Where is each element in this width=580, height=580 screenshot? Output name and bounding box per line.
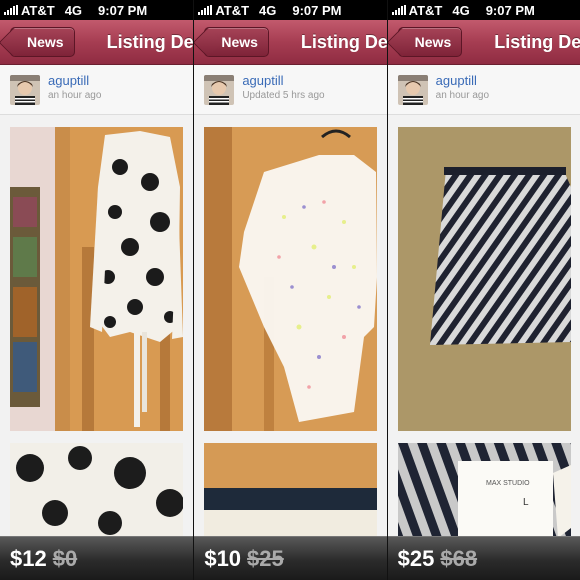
page-title: Listing Details — [300, 31, 387, 52]
clock: 9:07 PM — [98, 2, 148, 18]
listing-timestamp: an hour ago — [48, 90, 102, 101]
avatar[interactable] — [397, 75, 428, 105]
screenshot-collage: AT&T 4G 9:07 PM News Listing Details agu… — [0, 0, 580, 580]
listing-panel-1: AT&T 4G 9:07 PM News Listing Details agu… — [0, 0, 194, 580]
nav-bar: News Listing Details — [0, 20, 194, 65]
price-bar: $12 $0 — [0, 536, 194, 580]
news-back-button[interactable]: News — [204, 27, 269, 57]
nav-bar: News Listing Details — [194, 20, 387, 65]
news-back-button[interactable]: News — [10, 27, 75, 57]
listing-photo-thumb[interactable]: MAX STUDIO L — [397, 443, 571, 538]
network-label: 4G — [64, 2, 83, 18]
seller-row[interactable]: aguptill an hour ago — [387, 65, 580, 115]
original-price: $0 — [52, 545, 78, 571]
listing-photo-thumb[interactable] — [10, 443, 183, 538]
price-bar: $10 $25 — [194, 536, 387, 580]
status-bar: AT&T 4G 9:07 PM — [387, 0, 580, 20]
price-bar: $25 $68 — [387, 536, 580, 580]
status-bar: AT&T 4G 9:07 PM — [0, 0, 194, 20]
clock: 9:07 PM — [292, 2, 342, 18]
nav-bar: News Listing Details — [387, 20, 580, 65]
news-back-button[interactable]: News — [397, 27, 463, 57]
listing-photo-main[interactable] — [204, 127, 378, 431]
seller-username[interactable]: aguptill — [436, 73, 477, 88]
status-bar: AT&T 4G 9:07 PM — [194, 0, 387, 20]
network-label: 4G — [452, 2, 470, 18]
listing-panel-3: AT&T 4G 9:07 PM News Listing Details agu… — [386, 0, 580, 580]
listing-photo-main[interactable] — [10, 127, 183, 431]
signal-icon — [391, 5, 406, 15]
seller-row[interactable]: aguptill Updated 5 hrs ago — [194, 65, 387, 115]
network-label: 4G — [259, 2, 277, 18]
clock: 9:07 PM — [485, 2, 535, 18]
avatar[interactable] — [204, 75, 235, 105]
page-title: Listing Details — [494, 31, 580, 52]
seller-username[interactable]: aguptill — [48, 73, 89, 88]
seller-username[interactable]: aguptill — [242, 73, 283, 88]
listing-photo-main[interactable] — [397, 127, 571, 431]
listing-timestamp: Updated 5 hrs ago — [242, 90, 325, 101]
current-price: $10 — [204, 545, 242, 571]
signal-icon — [4, 5, 18, 15]
listing-photo-thumb[interactable] — [204, 443, 378, 538]
carrier-label: AT&T — [408, 2, 443, 18]
avatar[interactable] — [10, 75, 40, 105]
current-price: $25 — [397, 545, 435, 571]
page-title: Listing Details — [106, 31, 194, 52]
original-price: $68 — [440, 545, 478, 571]
carrier-label: AT&T — [21, 2, 55, 18]
seller-row[interactable]: aguptill an hour ago — [0, 65, 194, 115]
carrier-label: AT&T — [215, 2, 250, 18]
signal-icon — [198, 5, 213, 15]
original-price: $25 — [247, 545, 284, 571]
garment-tag-size: L — [523, 497, 529, 508]
listing-timestamp: an hour ago — [435, 90, 490, 101]
current-price: $12 — [10, 545, 47, 571]
listing-panel-2: AT&T 4G 9:07 PM News Listing Details agu… — [193, 0, 387, 580]
garment-tag-brand: MAX STUDIO — [486, 480, 530, 487]
